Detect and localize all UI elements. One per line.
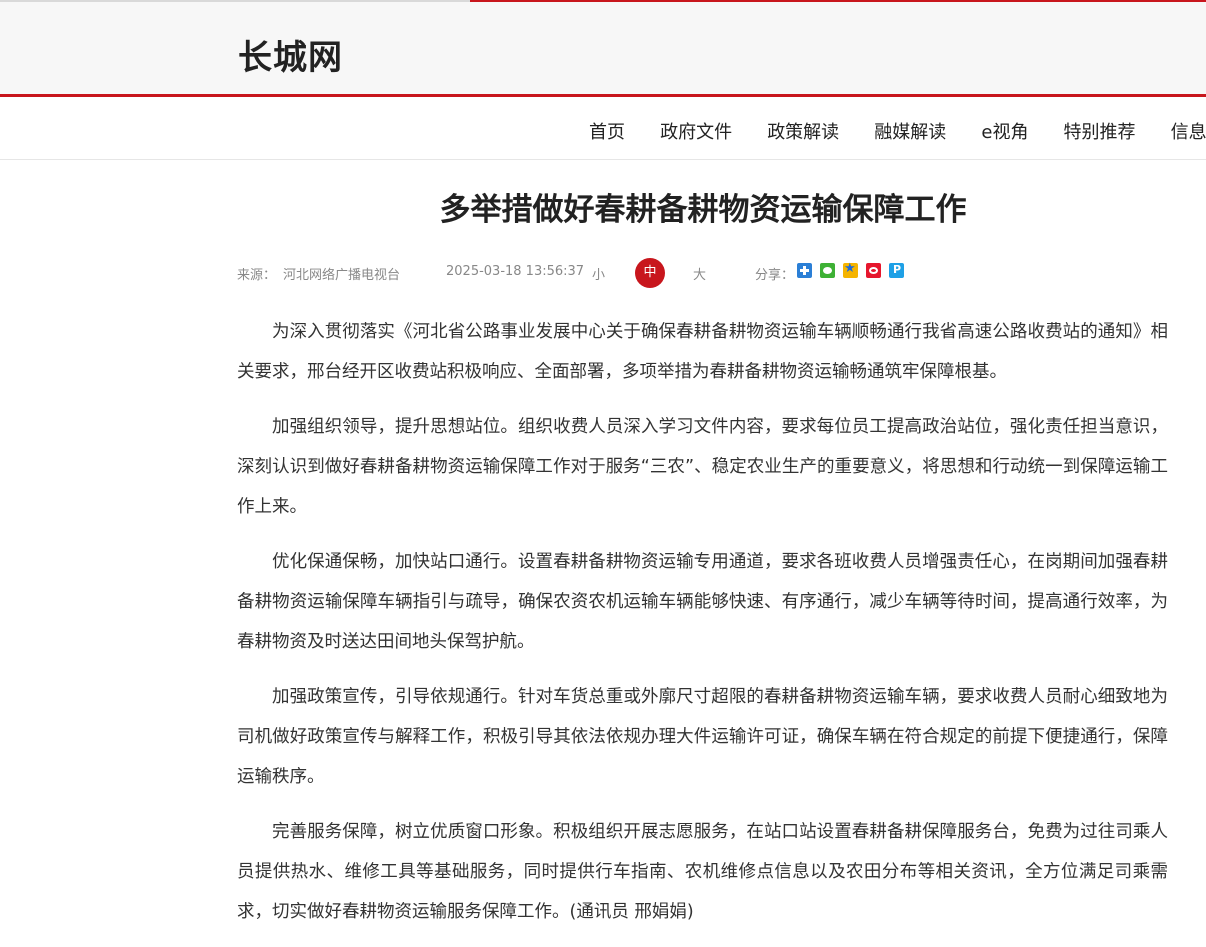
weibo-icon[interactable] [866, 263, 881, 278]
article-paragraph: 加强政策宣传，引导依规通行。针对车货总重或外廓尺寸超限的春耕备耕物资运输车辆，要… [237, 687, 1168, 787]
article-paragraph: 优化保通保畅，加快站口通行。设置春耕备耕物资运输专用通道，要求各班收费人员增强责… [237, 552, 1168, 652]
nav-item-policy-interpretation[interactable]: 政策解读 [767, 118, 839, 144]
nav-item-home[interactable]: 首页 [589, 118, 625, 144]
main-nav: 首页 政府文件 政策解读 融媒解读 e视角 特别推荐 信息反馈 [0, 100, 1206, 160]
source-label: 来源： [237, 268, 277, 283]
nav-item-government-documents[interactable]: 政府文件 [660, 118, 732, 144]
font-size-large-button[interactable]: 大 [693, 264, 706, 283]
add-share-icon[interactable] [797, 263, 812, 278]
publish-datetime: 2025-03-18 13:56:37 [446, 264, 585, 279]
wechat-icon[interactable] [820, 263, 835, 278]
article-paragraph: 加强组织领导，提升思想站位。组织收费人员深入学习文件内容，要求每位员工提高政治站… [237, 417, 1168, 517]
header-accent-line [470, 0, 1206, 2]
nav-item-special-recommendation[interactable]: 特别推荐 [1064, 118, 1136, 144]
source-name: 河北网络广播电视台 [283, 268, 401, 283]
nav-item-feedback[interactable]: 信息反馈 [1171, 118, 1206, 144]
share-icons [797, 261, 912, 278]
font-size-small-button[interactable]: 小 [592, 264, 605, 283]
site-header: 长城网 [0, 0, 1206, 97]
article-paragraph: 完善服务保障，树立优质窗口形象。积极组织开展志愿服务，在站口站设置春耕备耕保障服… [237, 822, 1168, 922]
site-logo[interactable]: 长城网 [238, 30, 343, 79]
qzone-icon[interactable] [843, 261, 858, 278]
share-label: 分享： [755, 268, 795, 283]
font-size-medium-button[interactable]: 中 [635, 258, 665, 288]
pengyou-icon[interactable] [889, 263, 904, 278]
article-paragraph: 为深入贯彻落实《河北省公路事业发展中心关于确保春耕备耕物资运输车辆顺畅通行我省高… [237, 322, 1168, 382]
nav-item-e-perspective[interactable]: e视角 [981, 118, 1028, 144]
article-body: 为深入贯彻落实《河北省公路事业发展中心关于确保春耕备耕物资运输车辆顺畅通行我省高… [237, 312, 1168, 947]
article-title: 多举措做好春耕备耕物资运输保障工作 [439, 192, 967, 228]
nav-item-media-interpretation[interactable]: 融媒解读 [874, 118, 946, 144]
